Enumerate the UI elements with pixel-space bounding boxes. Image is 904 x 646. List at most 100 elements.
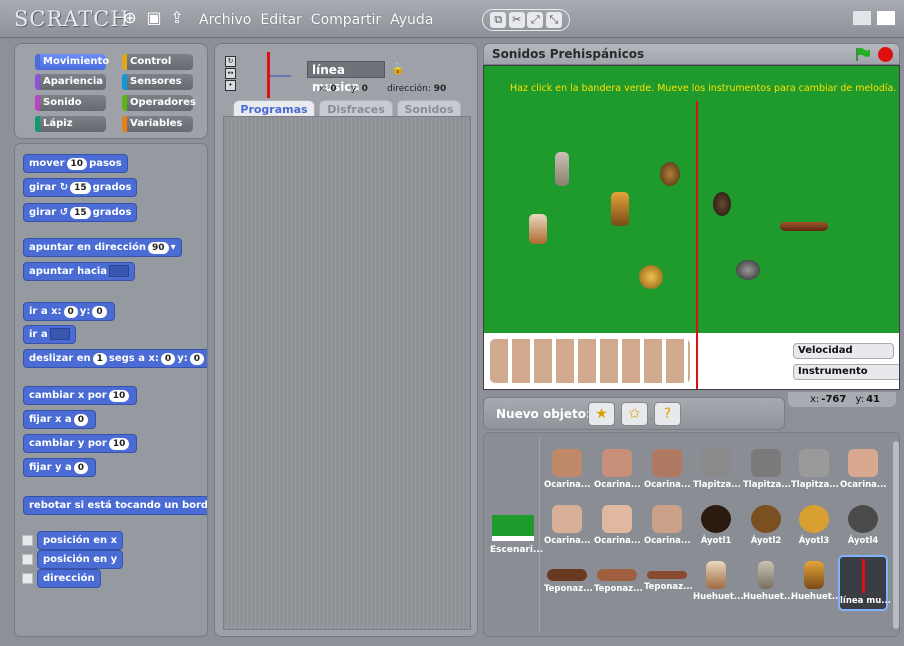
scratch-logo: SCRATCH [14,7,130,31]
reporter-direccion[interactable]: dirección [37,569,101,588]
category-movimiento[interactable]: Movimiento [35,54,109,70]
shrink-icon[interactable]: ⤡ [545,12,562,28]
category-apariencia[interactable]: Apariencia [35,74,106,90]
grow-icon[interactable]: ⤢ [527,12,544,28]
category-sonido[interactable]: Sonido [35,95,106,111]
ayotl-sprite[interactable] [660,162,680,186]
paint-sprite-button[interactable]: ★ [588,402,615,426]
share-icon[interactable]: ⇪ [168,9,186,27]
green-flag-icon[interactable] [854,47,872,62]
sprite-tile[interactable]: Áyotl4 [840,503,886,553]
target-dropdown[interactable] [49,328,70,340]
category-control[interactable]: Control [122,54,193,70]
menu-ayuda[interactable]: Ayuda [390,12,433,28]
category-operadores[interactable]: Operadores [122,95,196,111]
checkbox-posicion-x[interactable] [22,535,33,546]
block-girar-derecha[interactable]: girar ↻ 15 grados [23,178,138,197]
sprite-list-scrollbar[interactable] [893,441,899,629]
tab-programas[interactable]: Programas [233,100,315,117]
rotate-left-icon: ↺ [59,207,69,218]
sprite-thumbnail [751,505,781,533]
menu-archivo[interactable]: Archivo [199,12,251,28]
block-girar-izquierda[interactable]: girar ↺ 15 grados [23,203,138,222]
sprite-tile[interactable]: Huehuet... [743,559,794,609]
save-icon[interactable]: ▣ [145,9,163,27]
ayotl-sprite[interactable] [639,265,663,289]
huehuetl-sprite[interactable] [529,214,547,244]
sprite-tile[interactable]: Áyotl2 [743,503,789,553]
sprite-tile[interactable]: Áyotl1 [693,503,739,553]
velocidad-slider[interactable]: Velocidad [793,343,894,359]
sprite-tile[interactable]: Ocarina... [644,447,691,497]
checkbox-posicion-y[interactable] [22,554,33,565]
teponaztli-sprite[interactable] [780,222,828,231]
sprite-tile[interactable]: Teponaz... [594,559,643,609]
category-color-swatch [122,95,127,111]
block-apuntar-hacia[interactable]: apuntar hacia [23,262,136,281]
sprite-tile[interactable]: Ocarina... [840,447,887,497]
block-cambiar-x[interactable]: cambiar x por 10 [23,386,138,405]
random-sprite-button[interactable]: ? [654,402,681,426]
globe-icon[interactable]: ⊕ [121,9,139,27]
ayotl-sprite[interactable] [736,260,760,280]
sprite-tile[interactable]: Ocarina... [544,447,591,497]
block-apuntar-direccion[interactable]: apuntar en dirección 90 ▾ [23,238,182,257]
small-stage-icon[interactable] [852,10,872,26]
playhead-line[interactable] [696,101,698,389]
target-dropdown[interactable] [109,265,130,277]
block-fijar-y[interactable]: fijar y a0 [23,458,97,477]
sprite-list: Escenari... Ocarina... Ocarina... Ocarin… [483,432,900,637]
category-lapiz[interactable]: Lápiz [35,116,106,132]
sprite-tile[interactable]: Ocarina... [644,503,691,553]
reporter-posicion-y[interactable]: posición en y [37,550,124,569]
tab-sonidos[interactable]: Sonidos [397,100,461,117]
instrumento-slider[interactable]: Instrumento [793,364,899,380]
block-fijar-x[interactable]: fijar x a0 [23,410,96,429]
block-deslizar[interactable]: deslizar en 1 segs a x: 0 y: 0 [23,349,207,368]
choose-sprite-button[interactable]: ✩ [621,402,648,426]
sprite-tile-selected[interactable]: línea mu... [838,555,891,611]
ayotl-sprite[interactable] [713,192,731,216]
tab-disfraces[interactable]: Disfraces [319,100,393,117]
rotate-all-icon[interactable]: ↻ [225,56,236,67]
category-variables[interactable]: Variables [122,116,193,132]
sprite-tile[interactable]: Tlapitza... [743,447,791,497]
huehuetl-sprite[interactable] [555,152,569,186]
sprite-tile[interactable]: Huehuet... [791,559,842,609]
no-rotate-icon[interactable]: • [225,80,236,91]
block-rebotar[interactable]: rebotar si está tocando un borde [23,496,207,515]
stop-button[interactable] [878,47,893,62]
sprite-tile[interactable]: Áyotl3 [791,503,837,553]
sprite-thumbnail [706,561,726,589]
sprite-name-field[interactable]: línea musica [307,61,385,94]
menu-editar[interactable]: Editar [260,12,301,28]
sprite-tile[interactable]: Tlapitza... [791,447,839,497]
huehuetl-sprite[interactable] [611,192,629,226]
block-mover[interactable]: mover 10 pasos [23,154,128,173]
sprite-tile[interactable]: Huehuet... [693,559,744,609]
duplicate-icon[interactable]: ⧉ [490,12,507,28]
sprite-tile[interactable]: Tlapitza... [693,447,741,497]
sprite-tile[interactable]: Teponaz... [544,559,593,609]
sprite-direction: dirección: 90 [387,84,447,94]
menu-compartir[interactable]: Compartir [311,12,381,28]
lock-icon[interactable]: 🔒 [391,63,405,75]
stage-tile[interactable]: Escenari... [490,515,543,563]
category-sensores[interactable]: Sensores [122,74,193,90]
sprite-tile[interactable]: Ocarina... [594,503,641,553]
chevron-down-icon[interactable]: ▾ [171,242,176,253]
scripts-area[interactable] [223,116,471,630]
stage-instructions: Haz click en la bandera verde. Mueve los… [510,83,897,94]
block-cambiar-y[interactable]: cambiar y por 10 [23,434,138,453]
normal-stage-icon[interactable] [876,10,896,26]
delete-icon[interactable]: ✂ [508,12,525,28]
sprite-tile[interactable]: Teponaz... [644,559,693,609]
reporter-posicion-x[interactable]: posición en x [37,531,124,550]
sprite-tile[interactable]: Ocarina... [594,447,641,497]
stage[interactable]: Haz click en la bandera verde. Mueve los… [483,65,900,390]
flip-left-right-icon[interactable]: ↔ [225,68,236,79]
block-ir-a-xy[interactable]: ir a x: 0 y: 0 [23,302,115,321]
sprite-tile[interactable]: Ocarina... [544,503,591,553]
block-ir-a[interactable]: ir a [23,325,76,344]
checkbox-direccion[interactable] [22,573,33,584]
